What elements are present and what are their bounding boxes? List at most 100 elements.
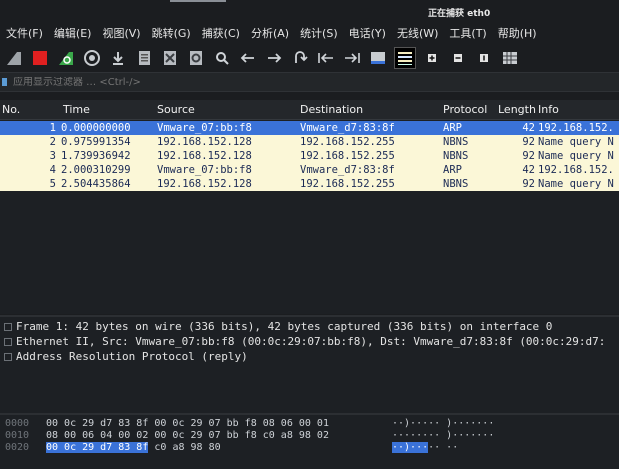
menu-capture[interactable]: 捕获(C): [202, 25, 240, 41]
cell-time: 2.000310299: [61, 164, 131, 176]
hex-row[interactable]: 0020 00 0c 29 d7 83 8f c0 a8 98 80 ··)··…: [0, 442, 619, 454]
packet-rows: 1 0.000000000 Vmware_07:bb:f8 Vmware_d7:83:…: [0, 121, 619, 191]
packet-row[interactable]: 4 2.000310299 Vmware_07:bb:f8 Vmware_d7:83:…: [0, 163, 619, 177]
cell-destination: Vmware_d7:83:8f: [300, 122, 395, 134]
expand-icon[interactable]: [4, 352, 12, 361]
packet-list-header: No. Time Source Destination Protocol Len…: [0, 100, 619, 120]
display-filter-input[interactable]: [13, 76, 573, 88]
menu-help[interactable]: 帮助(H): [498, 25, 537, 41]
menu-tools[interactable]: 工具(T): [449, 25, 486, 41]
cell-time: 2.504435864: [61, 178, 131, 190]
cell-time: 1.739936942: [61, 150, 131, 162]
cell-source: 192.168.152.128: [157, 150, 252, 162]
autoscroll-icon[interactable]: [368, 48, 388, 68]
packet-details: Frame 1: 42 bytes on wire (336 bits), 42…: [0, 315, 619, 413]
col-source[interactable]: Source: [157, 103, 195, 116]
col-no[interactable]: No.: [2, 103, 20, 116]
hex-row[interactable]: 0010 08 00 06 04 00 02 00 0c 29 07 bb f8…: [0, 430, 619, 442]
menu-edit[interactable]: 编辑(E): [54, 25, 92, 41]
menu-file[interactable]: 文件(F): [6, 25, 43, 41]
cell-no: 1: [49, 122, 56, 134]
cell-info: 192.168.152.: [538, 122, 614, 134]
go-to-packet-icon[interactable]: [290, 48, 310, 68]
cell-source: 192.168.152.128: [157, 178, 252, 190]
cell-protocol: NBNS: [443, 136, 469, 148]
cell-length: 42: [522, 122, 535, 134]
bookmark-icon[interactable]: [2, 78, 7, 86]
find-packet-icon[interactable]: [212, 48, 232, 68]
menu-wireless[interactable]: 无线(W): [397, 25, 438, 41]
detail-ethernet[interactable]: Ethernet II, Src: Vmware_07:bb:f8 (00:0c…: [0, 334, 619, 349]
close-file-icon[interactable]: [160, 48, 180, 68]
col-length[interactable]: Length: [498, 103, 536, 116]
open-file-icon[interactable]: [108, 48, 128, 68]
go-back-icon[interactable]: [238, 48, 258, 68]
go-forward-icon[interactable]: [264, 48, 284, 68]
ascii-highlight: ··)···: [392, 442, 429, 453]
stop-capture-icon[interactable]: [30, 48, 50, 68]
menu-view[interactable]: 视图(V): [102, 25, 140, 41]
col-time[interactable]: Time: [63, 103, 90, 116]
packet-list: No. Time Source Destination Protocol Len…: [0, 100, 619, 314]
packet-row[interactable]: 3 1.739936942 192.168.152.128 192.168.152.2…: [0, 149, 619, 163]
menu-bar: 文件(F) 编辑(E) 视图(V) 跳转(G) 捕获(C) 分析(A) 统计(S…: [0, 22, 619, 44]
cell-protocol: NBNS: [443, 150, 469, 162]
reload-file-icon[interactable]: [186, 48, 206, 68]
display-filter-bar: [0, 72, 619, 92]
expand-icon[interactable]: [4, 322, 12, 331]
menu-analyze[interactable]: 分析(A): [251, 25, 289, 41]
title-bar: 正在捕获 eth0: [0, 0, 619, 22]
cell-time: 0.000000000: [61, 122, 131, 134]
cell-no: 5: [49, 178, 56, 190]
col-destination[interactable]: Destination: [300, 103, 363, 116]
packet-row[interactable]: 1 0.000000000 Vmware_07:bb:f8 Vmware_d7:83:…: [0, 121, 619, 135]
cell-no: 2: [49, 136, 56, 148]
cell-protocol: NBNS: [443, 178, 469, 190]
detail-arp[interactable]: Address Resolution Protocol (reply): [0, 349, 619, 364]
resize-columns-icon[interactable]: [500, 48, 520, 68]
menu-telephony[interactable]: 电话(Y): [349, 25, 386, 41]
packet-row[interactable]: 2 0.975991354 192.168.152.128 192.168.152.2…: [0, 135, 619, 149]
cell-protocol: ARP: [443, 122, 462, 134]
capture-options-icon[interactable]: [82, 48, 102, 68]
shark-fin-icon[interactable]: [4, 48, 24, 68]
cell-length: 92: [522, 178, 535, 190]
col-protocol[interactable]: Protocol: [443, 103, 487, 116]
normal-size-icon[interactable]: [474, 48, 494, 68]
cell-length: 92: [522, 150, 535, 162]
cell-source: Vmware_07:bb:f8: [157, 164, 252, 176]
cell-destination: Vmware_d7:83:8f: [300, 164, 395, 176]
save-file-icon[interactable]: [134, 48, 154, 68]
cell-info: Name query N: [538, 136, 614, 148]
cell-destination: 192.168.152.255: [300, 150, 395, 162]
detail-frame[interactable]: Frame 1: 42 bytes on wire (336 bits), 42…: [0, 319, 619, 334]
packet-row[interactable]: 5 2.504435864 192.168.152.128 192.168.152.2…: [0, 177, 619, 191]
zoom-in-icon[interactable]: [422, 48, 442, 68]
cell-source: 192.168.152.128: [157, 136, 252, 148]
cell-info: 192.168.152.: [538, 164, 614, 176]
cell-destination: 192.168.152.255: [300, 178, 395, 190]
col-info[interactable]: Info: [538, 103, 559, 116]
window-title: 正在捕获 eth0: [428, 9, 491, 19]
cell-no: 4: [49, 164, 56, 176]
hex-row[interactable]: 0000 00 0c 29 d7 83 8f 00 0c 29 07 bb f8…: [0, 418, 619, 430]
go-last-icon[interactable]: [342, 48, 362, 68]
cell-length: 92: [522, 136, 535, 148]
cell-no: 3: [49, 150, 56, 162]
menu-statistics[interactable]: 统计(S): [300, 25, 338, 41]
cell-destination: 192.168.152.255: [300, 136, 395, 148]
menu-go[interactable]: 跳转(G): [152, 25, 191, 41]
main-toolbar: [0, 44, 619, 72]
restart-capture-icon[interactable]: [56, 48, 76, 68]
packet-bytes: 0000 00 0c 29 d7 83 8f 00 0c 29 07 bb f8…: [0, 413, 619, 469]
cell-info: Name query N: [538, 178, 614, 190]
go-first-icon[interactable]: [316, 48, 336, 68]
cell-length: 42: [522, 164, 535, 176]
zoom-out-icon[interactable]: [448, 48, 468, 68]
cell-info: Name query N: [538, 150, 614, 162]
expand-icon[interactable]: [4, 337, 12, 346]
hex-highlight: 00 0c 29 d7 83 8f: [46, 442, 149, 453]
window-indicator: [170, 0, 226, 2]
colorize-icon[interactable]: [394, 47, 416, 69]
cell-time: 0.975991354: [61, 136, 131, 148]
